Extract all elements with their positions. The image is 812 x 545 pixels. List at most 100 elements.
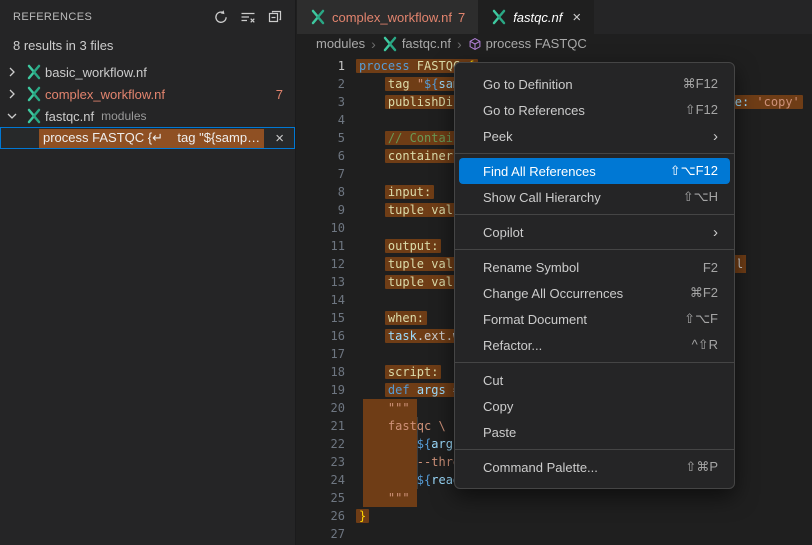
menu-item-go-to-references[interactable]: Go to References⇧F12 bbox=[459, 97, 730, 123]
line-number: 26 bbox=[297, 507, 345, 525]
file-name: fastqc.nf bbox=[45, 109, 94, 124]
file-result-row-fastqc-nf[interactable]: fastqc.nf modules bbox=[0, 105, 295, 127]
line-number: 15 bbox=[297, 309, 345, 327]
nextflow-file-icon bbox=[26, 86, 42, 102]
line-number: 19 bbox=[297, 381, 345, 399]
tab-complex_workflow-nf[interactable]: complex_workflow.nf7 bbox=[297, 0, 478, 34]
panel-title: REFERENCES bbox=[13, 11, 211, 23]
menu-separator bbox=[455, 362, 734, 363]
line-number: 6 bbox=[297, 147, 345, 165]
code-line-27[interactable]: 27 bbox=[297, 525, 812, 543]
file-result-row-complex_workflow-nf[interactable]: complex_workflow.nf7 bbox=[0, 83, 295, 105]
clear-results-icon[interactable] bbox=[238, 7, 258, 27]
menu-item-label: Copy bbox=[483, 399, 718, 414]
menu-item-label: Go to Definition bbox=[483, 77, 683, 92]
menu-item-shortcut: ⇧F12 bbox=[685, 102, 718, 118]
breadcrumb-item-process-FASTQC[interactable]: process FASTQC bbox=[468, 36, 587, 51]
line-number: 20 bbox=[297, 399, 345, 417]
line-number: 14 bbox=[297, 291, 345, 309]
line-content: script: bbox=[359, 363, 438, 381]
reference-match-highlight: when: bbox=[385, 311, 427, 325]
editor-context-menu: Go to Definition⌘F12Go to References⇧F12… bbox=[454, 62, 735, 489]
line-number: 18 bbox=[297, 363, 345, 381]
line-content: fastqc \ bbox=[359, 417, 446, 435]
line-content: """ bbox=[359, 399, 410, 417]
breadcrumb: modules›fastqc.nf›process FASTQC bbox=[297, 34, 812, 53]
menu-item-change-all-occurrences[interactable]: Change All Occurrences⌘F2 bbox=[459, 280, 730, 306]
reference-match-highlight: input: bbox=[385, 185, 434, 199]
reference-result-item-selected[interactable]: process FASTQC {↵ tag "${samp… × bbox=[0, 127, 295, 149]
line-number: 10 bbox=[297, 219, 345, 237]
file-result-row-basic_workflow-nf[interactable]: basic_workflow.nf bbox=[0, 61, 295, 83]
breadcrumb-separator-icon: › bbox=[457, 36, 462, 52]
dismiss-result-icon[interactable]: × bbox=[275, 131, 284, 146]
line-number: 17 bbox=[297, 345, 345, 363]
menu-separator bbox=[455, 249, 734, 250]
line-content: """ bbox=[359, 489, 410, 507]
menu-item-shortcut: F2 bbox=[703, 260, 718, 275]
menu-item-label: Peek bbox=[483, 129, 713, 144]
menu-item-format-document[interactable]: Format Document⇧⌥F bbox=[459, 306, 730, 332]
line-number: 23 bbox=[297, 453, 345, 471]
menu-separator bbox=[455, 153, 734, 154]
menu-item-refactor[interactable]: Refactor...^⇧R bbox=[459, 332, 730, 358]
menu-item-label: Command Palette... bbox=[483, 460, 685, 475]
menu-item-label: Rename Symbol bbox=[483, 260, 703, 275]
line-number: 25 bbox=[297, 489, 345, 507]
tab-close-icon[interactable]: × bbox=[572, 9, 581, 26]
menu-item-label: Paste bbox=[483, 425, 718, 440]
menu-item-find-all-references[interactable]: Find All References⇧⌥F12 bbox=[459, 158, 730, 184]
tab-fastqc-nf[interactable]: fastqc.nf× bbox=[478, 0, 594, 34]
menu-item-shortcut: ^⇧R bbox=[692, 337, 718, 353]
submenu-chevron-icon: › bbox=[713, 129, 718, 144]
editor-group: complex_workflow.nf7fastqc.nf× modules›f… bbox=[297, 0, 812, 545]
line-number: 3 bbox=[297, 93, 345, 111]
menu-item-shortcut: ⌘F2 bbox=[690, 285, 718, 301]
match-text: process FASTQC {↵ tag "${samp… bbox=[39, 129, 264, 148]
menu-item-label: Show Call Hierarchy bbox=[483, 190, 683, 205]
nextflow-file-icon bbox=[26, 108, 42, 124]
chevron-down-icon[interactable] bbox=[4, 108, 20, 124]
menu-item-go-to-definition[interactable]: Go to Definition⌘F12 bbox=[459, 71, 730, 97]
menu-item-shortcut: ⌘F12 bbox=[683, 76, 718, 92]
code-line-25[interactable]: 25 """ bbox=[297, 489, 812, 507]
menu-item-show-call-hierarchy[interactable]: Show Call Hierarchy⇧⌥H bbox=[459, 184, 730, 210]
line-number: 4 bbox=[297, 111, 345, 129]
line-number: 13 bbox=[297, 273, 345, 291]
references-panel-header: REFERENCES bbox=[0, 0, 295, 34]
line-number: 27 bbox=[297, 525, 345, 543]
menu-item-copy[interactable]: Copy bbox=[459, 393, 730, 419]
menu-item-peek[interactable]: Peek› bbox=[459, 123, 730, 149]
panel-actions bbox=[211, 7, 285, 27]
menu-separator bbox=[455, 214, 734, 215]
breadcrumb-label: process FASTQC bbox=[486, 36, 587, 51]
line-number: 1 bbox=[297, 57, 345, 75]
results-tree: basic_workflow.nfcomplex_workflow.nf7fas… bbox=[0, 61, 295, 149]
line-number: 8 bbox=[297, 183, 345, 201]
breadcrumb-item-modules[interactable]: modules bbox=[316, 36, 365, 51]
refresh-icon[interactable] bbox=[211, 7, 231, 27]
menu-item-label: Refactor... bbox=[483, 338, 692, 353]
line-number: 2 bbox=[297, 75, 345, 93]
chevron-right-icon[interactable] bbox=[4, 86, 20, 102]
menu-item-cut[interactable]: Cut bbox=[459, 367, 730, 393]
menu-item-shortcut: ⇧⌥F12 bbox=[670, 163, 718, 179]
submenu-chevron-icon: › bbox=[713, 225, 718, 240]
file-description: modules bbox=[101, 109, 146, 123]
code-line-26[interactable]: 26} bbox=[297, 507, 812, 525]
menu-item-rename-symbol[interactable]: Rename SymbolF2 bbox=[459, 254, 730, 280]
nextflow-file-icon bbox=[491, 9, 507, 25]
collapse-all-icon[interactable] bbox=[265, 7, 285, 27]
menu-item-label: Cut bbox=[483, 373, 718, 388]
menu-item-paste[interactable]: Paste bbox=[459, 419, 730, 445]
file-name: complex_workflow.nf bbox=[45, 87, 165, 102]
line-content: } bbox=[359, 507, 366, 525]
nextflow-file-icon bbox=[310, 9, 326, 25]
line-content: input: bbox=[359, 183, 431, 201]
menu-item-copilot[interactable]: Copilot› bbox=[459, 219, 730, 245]
chevron-right-icon[interactable] bbox=[4, 64, 20, 80]
tab-label: complex_workflow.nf bbox=[332, 10, 452, 25]
file-name: basic_workflow.nf bbox=[45, 65, 147, 80]
menu-item-command-palette[interactable]: Command Palette...⇧⌘P bbox=[459, 454, 730, 480]
breadcrumb-item-fastqc-nf[interactable]: fastqc.nf bbox=[382, 36, 451, 52]
